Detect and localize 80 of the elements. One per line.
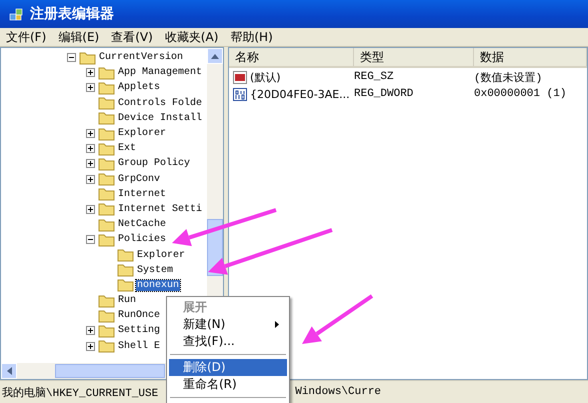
plus-box-icon[interactable] [86,174,95,184]
status-path: Windows\Curre [295,386,382,398]
folder-icon [98,294,115,308]
tree-item[interactable]: RunOnce [117,310,162,322]
value-type: REG_SZ [354,71,395,83]
plus-box-icon[interactable] [86,83,95,92]
folder-icon [98,218,115,232]
value-name[interactable]: (默认) [250,70,281,84]
folder-icon [98,324,115,338]
plus-box-icon[interactable] [86,326,95,336]
folder-icon [98,232,115,247]
column-header[interactable]: 数据 [474,48,587,66]
window-title: 注册表编辑器 [30,5,114,23]
column-header[interactable]: 类型 [354,48,474,66]
annotation-arrow [302,294,374,344]
value-data: 0x00000001 (1) [474,88,568,100]
tree-item[interactable]: Setting [117,325,162,336]
folder-icon [98,111,115,126]
folder-icon [98,80,115,95]
plus-box-icon[interactable] [86,204,95,214]
tree-item[interactable]: Ext [117,143,138,154]
plus-box-icon[interactable] [86,68,95,78]
context-menu-item[interactable]: 重命名(R) [169,376,287,393]
tree-item[interactable]: System [136,264,174,276]
tree-item[interactable]: GrpConv [117,174,162,185]
tree-item[interactable]: CurrentVersion [98,52,184,64]
folder-icon [98,142,115,156]
tree-item[interactable]: Internet [117,188,168,200]
tree-item[interactable]: Group Policy [117,158,192,170]
folder-icon [79,50,96,65]
tree-item[interactable]: nonexun [136,280,180,291]
submenu-arrow-icon [275,321,279,328]
plus-box-icon[interactable] [86,144,95,154]
folder-icon [98,308,115,323]
folder-icon [98,66,115,80]
context-menu-item[interactable]: 新建(N) [169,316,287,333]
scroll-up-icon[interactable] [211,54,219,58]
plus-box-icon[interactable] [86,342,95,351]
binary-value-icon [233,88,247,100]
minus-box-icon[interactable] [86,235,95,244]
folder-icon [98,96,115,110]
tree-item[interactable]: Internet Setti [117,204,204,215]
folder-icon [117,278,134,292]
tree-item[interactable]: NetCache [117,219,168,230]
tree-item[interactable]: Controls Folde [117,98,204,109]
plus-box-icon[interactable] [86,159,95,168]
folder-icon [98,202,115,216]
scroll-left-icon[interactable] [6,367,12,375]
column-header[interactable]: 名称 [229,48,354,66]
context-menu-item[interactable]: 删除(D) [169,359,287,376]
tree-item[interactable]: Run [117,295,138,306]
menu-item[interactable]: 帮助(H) [230,28,273,46]
text-value-icon [233,70,247,84]
menu-item[interactable]: 文件(F) [6,28,46,46]
minus-box-icon[interactable] [67,53,76,62]
folder-icon [117,263,134,278]
context-menu-item[interactable]: 查找(F)... [169,333,287,350]
status-path: 我的电脑\HKEY_CURRENT_USE [2,386,158,400]
menu-item[interactable]: 收藏夹(A) [164,28,218,46]
menu-item[interactable]: 查看(V) [111,28,153,46]
value-type: REG_DWORD [354,88,414,100]
tree-item[interactable]: Explorer [117,128,168,140]
tree-item[interactable]: Policies [117,234,168,246]
folder-icon [98,187,115,202]
tree-item[interactable]: App Management [117,67,204,78]
scroll-thumb[interactable] [55,364,165,378]
tree-item[interactable]: Device Install [117,112,204,124]
folder-icon [98,126,115,141]
value-name[interactable]: {20D04FE0-3AE... [250,88,350,100]
registry-cubes-icon [8,6,24,22]
folder-icon [117,248,134,262]
tree-item[interactable]: Applets [117,82,162,94]
folder-icon [98,339,115,354]
tree-item[interactable]: Explorer [136,250,186,261]
plus-box-icon[interactable] [86,129,95,138]
value-data: (数值未设置) [474,71,544,84]
folder-icon [98,172,115,186]
tree-item[interactable]: Shell E [117,340,162,352]
menu-item[interactable]: 编辑(E) [58,28,100,46]
folder-icon [98,156,115,171]
